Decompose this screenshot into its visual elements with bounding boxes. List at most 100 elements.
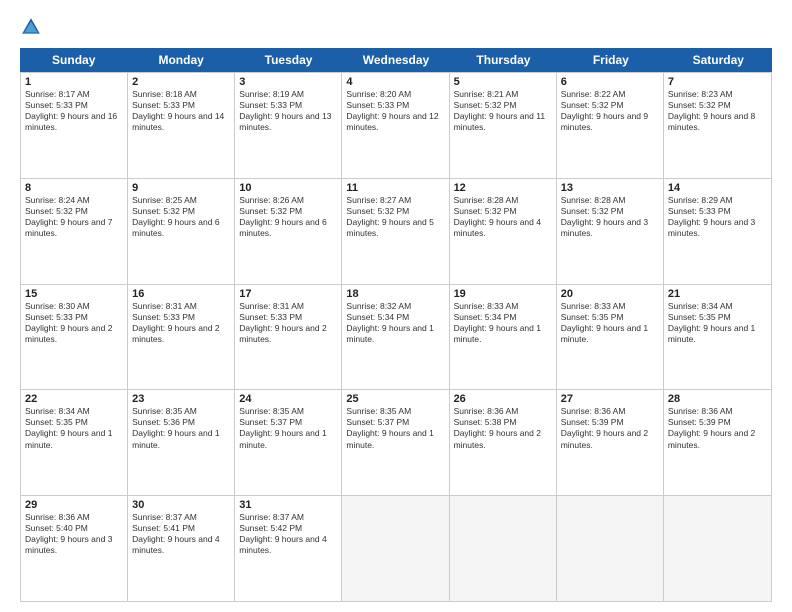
day-number-9: 9: [132, 182, 230, 194]
day-cell-8: 8Sunrise: 8:24 AMSunset: 5:32 PMDaylight…: [21, 179, 128, 284]
cell-info-30: Sunrise: 8:37 AMSunset: 5:41 PMDaylight:…: [132, 512, 219, 555]
day-cell-6: 6Sunrise: 8:22 AMSunset: 5:32 PMDaylight…: [557, 73, 664, 178]
day-number-17: 17: [239, 288, 337, 300]
calendar-header: Sunday Monday Tuesday Wednesday Thursday…: [20, 48, 772, 72]
day-cell-22: 22Sunrise: 8:34 AMSunset: 5:35 PMDayligh…: [21, 390, 128, 495]
day-number-27: 27: [561, 393, 659, 405]
day-cell-17: 17Sunrise: 8:31 AMSunset: 5:33 PMDayligh…: [235, 285, 342, 390]
day-number-19: 19: [454, 288, 552, 300]
day-cell-7: 7Sunrise: 8:23 AMSunset: 5:32 PMDaylight…: [664, 73, 771, 178]
cell-info-4: Sunrise: 8:20 AMSunset: 5:33 PMDaylight:…: [346, 89, 438, 132]
cell-info-11: Sunrise: 8:27 AMSunset: 5:32 PMDaylight:…: [346, 195, 433, 238]
day-number-11: 11: [346, 182, 444, 194]
day-number-20: 20: [561, 288, 659, 300]
day-number-25: 25: [346, 393, 444, 405]
cell-info-22: Sunrise: 8:34 AMSunset: 5:35 PMDaylight:…: [25, 406, 112, 449]
day-cell-1: 1Sunrise: 8:17 AMSunset: 5:33 PMDaylight…: [21, 73, 128, 178]
day-cell-13: 13Sunrise: 8:28 AMSunset: 5:32 PMDayligh…: [557, 179, 664, 284]
day-cell-3: 3Sunrise: 8:19 AMSunset: 5:33 PMDaylight…: [235, 73, 342, 178]
cell-info-19: Sunrise: 8:33 AMSunset: 5:34 PMDaylight:…: [454, 301, 541, 344]
day-cell-10: 10Sunrise: 8:26 AMSunset: 5:32 PMDayligh…: [235, 179, 342, 284]
cell-info-6: Sunrise: 8:22 AMSunset: 5:32 PMDaylight:…: [561, 89, 648, 132]
calendar-row-1: 1Sunrise: 8:17 AMSunset: 5:33 PMDaylight…: [21, 72, 771, 178]
calendar-row-5: 29Sunrise: 8:36 AMSunset: 5:40 PMDayligh…: [21, 495, 771, 601]
day-cell-31: 31Sunrise: 8:37 AMSunset: 5:42 PMDayligh…: [235, 496, 342, 601]
day-cell-2: 2Sunrise: 8:18 AMSunset: 5:33 PMDaylight…: [128, 73, 235, 178]
cell-info-14: Sunrise: 8:29 AMSunset: 5:33 PMDaylight:…: [668, 195, 755, 238]
day-cell-26: 26Sunrise: 8:36 AMSunset: 5:38 PMDayligh…: [450, 390, 557, 495]
day-cell-24: 24Sunrise: 8:35 AMSunset: 5:37 PMDayligh…: [235, 390, 342, 495]
cell-info-3: Sunrise: 8:19 AMSunset: 5:33 PMDaylight:…: [239, 89, 331, 132]
day-cell-30: 30Sunrise: 8:37 AMSunset: 5:41 PMDayligh…: [128, 496, 235, 601]
cell-info-26: Sunrise: 8:36 AMSunset: 5:38 PMDaylight:…: [454, 406, 541, 449]
day-number-23: 23: [132, 393, 230, 405]
day-cell-14: 14Sunrise: 8:29 AMSunset: 5:33 PMDayligh…: [664, 179, 771, 284]
day-number-30: 30: [132, 499, 230, 511]
day-number-15: 15: [25, 288, 123, 300]
cell-info-25: Sunrise: 8:35 AMSunset: 5:37 PMDaylight:…: [346, 406, 433, 449]
day-cell-5: 5Sunrise: 8:21 AMSunset: 5:32 PMDaylight…: [450, 73, 557, 178]
cell-info-31: Sunrise: 8:37 AMSunset: 5:42 PMDaylight:…: [239, 512, 326, 555]
day-number-10: 10: [239, 182, 337, 194]
calendar-row-3: 15Sunrise: 8:30 AMSunset: 5:33 PMDayligh…: [21, 284, 771, 390]
day-number-5: 5: [454, 76, 552, 88]
day-number-24: 24: [239, 393, 337, 405]
header-friday: Friday: [557, 48, 664, 72]
cell-info-10: Sunrise: 8:26 AMSunset: 5:32 PMDaylight:…: [239, 195, 326, 238]
day-cell-15: 15Sunrise: 8:30 AMSunset: 5:33 PMDayligh…: [21, 285, 128, 390]
header-saturday: Saturday: [665, 48, 772, 72]
cell-info-28: Sunrise: 8:36 AMSunset: 5:39 PMDaylight:…: [668, 406, 755, 449]
empty-cell-r5-c4: [342, 496, 449, 601]
day-number-16: 16: [132, 288, 230, 300]
cell-info-23: Sunrise: 8:35 AMSunset: 5:36 PMDaylight:…: [132, 406, 219, 449]
day-cell-16: 16Sunrise: 8:31 AMSunset: 5:33 PMDayligh…: [128, 285, 235, 390]
day-cell-28: 28Sunrise: 8:36 AMSunset: 5:39 PMDayligh…: [664, 390, 771, 495]
day-number-28: 28: [668, 393, 767, 405]
day-cell-9: 9Sunrise: 8:25 AMSunset: 5:32 PMDaylight…: [128, 179, 235, 284]
day-cell-21: 21Sunrise: 8:34 AMSunset: 5:35 PMDayligh…: [664, 285, 771, 390]
cell-info-15: Sunrise: 8:30 AMSunset: 5:33 PMDaylight:…: [25, 301, 112, 344]
logo: [20, 16, 46, 38]
header-tuesday: Tuesday: [235, 48, 342, 72]
page: Sunday Monday Tuesday Wednesday Thursday…: [0, 0, 792, 612]
day-cell-12: 12Sunrise: 8:28 AMSunset: 5:32 PMDayligh…: [450, 179, 557, 284]
day-number-22: 22: [25, 393, 123, 405]
empty-cell-r5-c5: [450, 496, 557, 601]
cell-info-7: Sunrise: 8:23 AMSunset: 5:32 PMDaylight:…: [668, 89, 755, 132]
calendar-row-4: 22Sunrise: 8:34 AMSunset: 5:35 PMDayligh…: [21, 389, 771, 495]
day-number-1: 1: [25, 76, 123, 88]
calendar: Sunday Monday Tuesday Wednesday Thursday…: [20, 48, 772, 602]
cell-info-18: Sunrise: 8:32 AMSunset: 5:34 PMDaylight:…: [346, 301, 433, 344]
day-cell-4: 4Sunrise: 8:20 AMSunset: 5:33 PMDaylight…: [342, 73, 449, 178]
cell-info-16: Sunrise: 8:31 AMSunset: 5:33 PMDaylight:…: [132, 301, 219, 344]
day-cell-18: 18Sunrise: 8:32 AMSunset: 5:34 PMDayligh…: [342, 285, 449, 390]
cell-info-13: Sunrise: 8:28 AMSunset: 5:32 PMDaylight:…: [561, 195, 648, 238]
logo-icon: [20, 16, 42, 38]
cell-info-24: Sunrise: 8:35 AMSunset: 5:37 PMDaylight:…: [239, 406, 326, 449]
day-number-3: 3: [239, 76, 337, 88]
day-number-12: 12: [454, 182, 552, 194]
cell-info-20: Sunrise: 8:33 AMSunset: 5:35 PMDaylight:…: [561, 301, 648, 344]
cell-info-29: Sunrise: 8:36 AMSunset: 5:40 PMDaylight:…: [25, 512, 112, 555]
header-sunday: Sunday: [20, 48, 127, 72]
day-cell-25: 25Sunrise: 8:35 AMSunset: 5:37 PMDayligh…: [342, 390, 449, 495]
day-number-26: 26: [454, 393, 552, 405]
day-number-2: 2: [132, 76, 230, 88]
day-number-21: 21: [668, 288, 767, 300]
day-number-7: 7: [668, 76, 767, 88]
day-number-18: 18: [346, 288, 444, 300]
header-monday: Monday: [127, 48, 234, 72]
day-cell-27: 27Sunrise: 8:36 AMSunset: 5:39 PMDayligh…: [557, 390, 664, 495]
day-number-29: 29: [25, 499, 123, 511]
header-thursday: Thursday: [450, 48, 557, 72]
cell-info-27: Sunrise: 8:36 AMSunset: 5:39 PMDaylight:…: [561, 406, 648, 449]
day-number-4: 4: [346, 76, 444, 88]
empty-cell-r5-c7: [664, 496, 771, 601]
day-number-6: 6: [561, 76, 659, 88]
cell-info-12: Sunrise: 8:28 AMSunset: 5:32 PMDaylight:…: [454, 195, 541, 238]
cell-info-2: Sunrise: 8:18 AMSunset: 5:33 PMDaylight:…: [132, 89, 224, 132]
cell-info-17: Sunrise: 8:31 AMSunset: 5:33 PMDaylight:…: [239, 301, 326, 344]
day-number-31: 31: [239, 499, 337, 511]
cell-info-21: Sunrise: 8:34 AMSunset: 5:35 PMDaylight:…: [668, 301, 755, 344]
cell-info-9: Sunrise: 8:25 AMSunset: 5:32 PMDaylight:…: [132, 195, 219, 238]
